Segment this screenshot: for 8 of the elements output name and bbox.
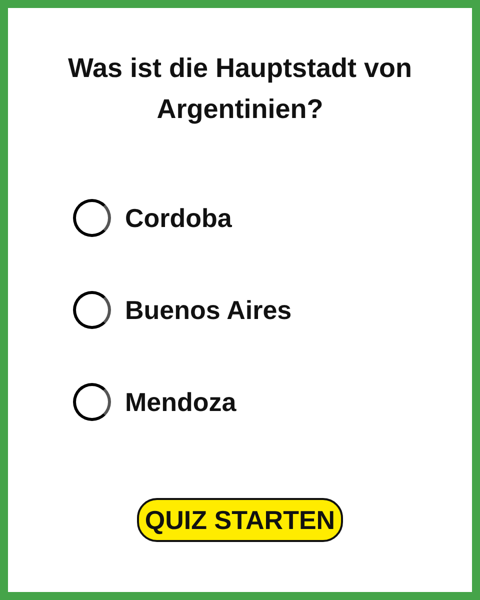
answer-label[interactable]: Mendoza — [125, 386, 236, 418]
question-text: Was ist die Hauptstadt von Argentinien? — [66, 52, 414, 126]
answer-label[interactable]: Buenos Aires — [125, 294, 292, 326]
start-button[interactable]: QUIZ STARTEN — [137, 498, 343, 542]
radio-button[interactable] — [73, 383, 111, 421]
radio-button[interactable] — [73, 199, 111, 237]
radio-button[interactable] — [73, 291, 111, 329]
answer-label[interactable]: Cordoba — [125, 202, 232, 234]
